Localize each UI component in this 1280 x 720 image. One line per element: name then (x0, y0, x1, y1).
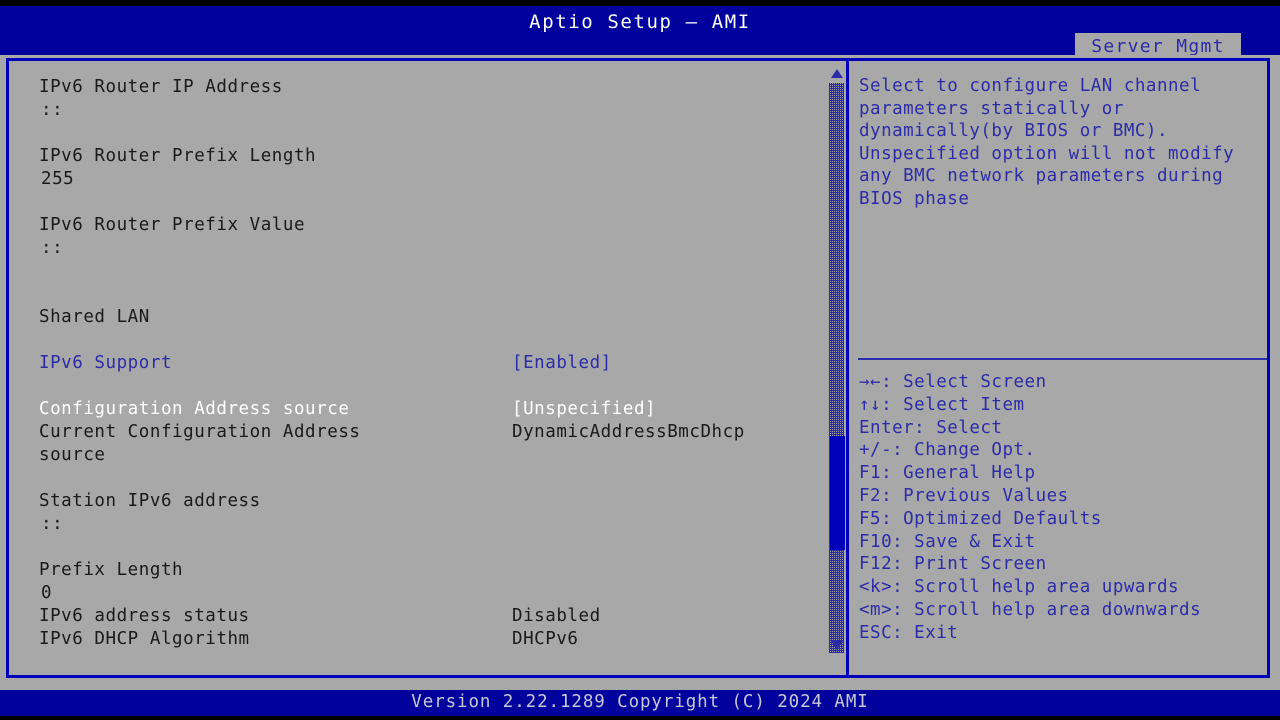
setting-label: 0 (41, 583, 53, 603)
setting-label: IPv6 Router Prefix Value (39, 215, 306, 235)
setting-row[interactable]: IPv6 Router Prefix Value (9, 214, 846, 237)
spacer-row (9, 536, 846, 559)
setting-label: Prefix Length (39, 560, 184, 580)
key-legend-item: F12: Print Screen (859, 554, 1047, 575)
help-panel: Select to configure LAN channel paramete… (852, 61, 1267, 675)
bottom-black-border (0, 716, 1280, 720)
key-legend-item: <k>: Scroll help area upwards (859, 577, 1180, 598)
setting-row[interactable]: IPv6 DHCP Algorithm DHCPv6 (9, 628, 846, 651)
setting-row[interactable]: Current Configuration Address DynamicAddr… (9, 421, 846, 444)
key-legend-item: →←: Select Screen (859, 372, 1047, 392)
setting-value[interactable]: DHCPv6 (512, 628, 579, 651)
setting-label: :: (41, 238, 64, 258)
scroll-down-arrow-icon[interactable] (831, 641, 843, 650)
setting-label: IPv6 Support (39, 353, 173, 373)
setting-row[interactable]: Configuration Address source [Unspecified… (9, 398, 846, 421)
setting-label: :: (41, 100, 64, 120)
settings-list[interactable]: IPv6 Router IP Address:: IPv6 Router Pref… (9, 61, 846, 675)
title-bar: Aptio Setup – AMI Server Mgmt (0, 6, 1280, 61)
bios-setup-screen: Aptio Setup – AMI Server Mgmt IPv6 Route… (0, 0, 1280, 720)
setting-value[interactable]: DynamicAddressBmcDhcp (512, 421, 745, 444)
setting-row[interactable]: source (9, 444, 846, 467)
setting-label: Station IPv6 address (39, 491, 261, 511)
setting-label: :: (41, 514, 64, 534)
key-legend-list: →←: Select Screen ↑↓: Select Item Enter: S… (859, 371, 1267, 645)
key-legend-item: F10: Save & Exit (859, 531, 1036, 552)
spacer-row (9, 260, 846, 283)
spacer-row (9, 329, 846, 352)
setting-row[interactable]: :: (9, 237, 846, 260)
spacer-row (9, 191, 846, 214)
setting-row[interactable]: IPv6 Router Prefix Length (9, 145, 846, 168)
key-legend-item: <m>: Scroll help area downwards (859, 599, 1202, 620)
setting-value[interactable]: Disabled (512, 605, 601, 628)
setting-label: source (39, 445, 106, 465)
scroll-up-arrow-icon[interactable] (831, 69, 843, 78)
scrollbar-track[interactable] (829, 83, 845, 653)
setting-row[interactable]: IPv6 Router IP Address (9, 76, 846, 99)
scrollbar-thumb[interactable] (830, 436, 845, 551)
help-description: Select to configure LAN channel paramete… (859, 76, 1246, 209)
setting-row[interactable]: :: (9, 513, 846, 536)
setting-label: IPv6 DHCP Algorithm (39, 629, 250, 649)
key-legend-item: ESC: Exit (859, 622, 959, 643)
setting-label: Configuration Address source (39, 399, 350, 419)
settings-scrollbar[interactable] (828, 61, 846, 675)
setting-label: IPv6 Router Prefix Length (39, 146, 317, 166)
setting-label: IPv6 Router IP Address (39, 77, 283, 97)
setting-label: Shared LAN (39, 307, 150, 327)
setting-row[interactable]: 255 (9, 168, 846, 191)
version-text: Version 2.22.1289 Copyright (C) 2024 AMI (411, 692, 869, 712)
key-legend-item: Enter: Select (859, 417, 1003, 438)
setting-label: IPv6 address status (39, 606, 250, 626)
spacer-row (9, 375, 846, 398)
help-divider (858, 358, 1267, 360)
setting-row[interactable]: Station IPv6 address (9, 490, 846, 513)
setting-value[interactable]: [Enabled] (512, 352, 612, 375)
panel-vertical-divider (846, 58, 849, 678)
key-legend-item: ↑↓: Select Item (859, 394, 1025, 415)
setting-row[interactable]: :: (9, 99, 846, 122)
setting-label: 255 (41, 169, 75, 189)
setting-value[interactable]: [Unspecified] (512, 398, 656, 421)
setting-row[interactable]: IPv6 address status Disabled (9, 605, 846, 628)
setting-row[interactable]: 0 (9, 582, 846, 605)
key-legend-item: F2: Previous Values (859, 485, 1069, 506)
spacer-row (9, 283, 846, 306)
setting-row[interactable]: IPv6 Support [Enabled] (9, 352, 846, 375)
footer-bar: Version 2.22.1289 Copyright (C) 2024 AMI (0, 690, 1280, 716)
setting-label: Current Configuration Address (39, 422, 361, 442)
setting-row[interactable]: Prefix Length (9, 559, 846, 582)
app-title: Aptio Setup – AMI (529, 11, 751, 33)
setting-row[interactable]: Shared LAN (9, 306, 846, 329)
spacer-row (9, 122, 846, 145)
key-legend-item: F1: General Help (859, 463, 1036, 484)
key-legend-item: +/-: Change Opt. (859, 440, 1036, 461)
key-legend-item: F5: Optimized Defaults (859, 508, 1102, 529)
spacer-row (9, 467, 846, 490)
